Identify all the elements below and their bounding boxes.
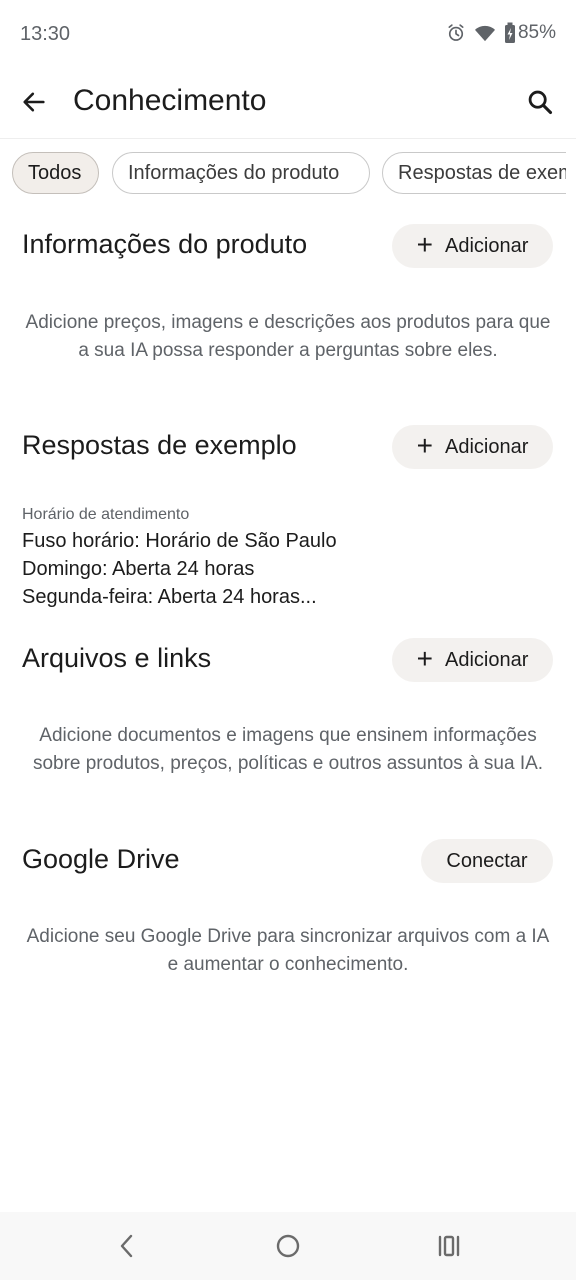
battery-charging-icon [504, 22, 516, 44]
add-product-info-button[interactable]: + Adicionar [392, 224, 553, 268]
add-example-answer-button[interactable]: + Adicionar [392, 425, 553, 469]
product-info-title: Informações do produto [22, 229, 308, 259]
example-answers-title: Respostas de exemplo [22, 430, 297, 460]
nav-back-button[interactable] [113, 1232, 141, 1260]
alarm-icon [446, 23, 466, 43]
add-button-label: Adicionar [444, 234, 529, 257]
example-line[interactable]: Segunda-feira: Aberta 24 horas... [22, 586, 317, 609]
search-button[interactable] [524, 86, 556, 118]
google-drive-description: Adicione seu Google Drive para sincroniz… [26, 926, 550, 975]
page-title: Conhecimento [73, 84, 267, 117]
home-icon [276, 1234, 300, 1258]
example-line[interactable]: Fuso horário: Horário de São Paulo [22, 530, 337, 553]
nav-home-button[interactable] [274, 1232, 302, 1260]
battery-level: 85% [517, 22, 556, 43]
example-line[interactable]: Domingo: Aberta 24 horas [22, 558, 254, 581]
nav-back-icon [120, 1234, 133, 1258]
connect-google-drive-button[interactable]: Conectar [421, 839, 553, 883]
system-nav-bar [0, 1212, 576, 1280]
chip-example-answers[interactable]: Respostas de exemplo [382, 152, 566, 194]
recents-icon [438, 1235, 460, 1257]
add-files-links-button[interactable]: + Adicionar [392, 638, 553, 682]
status-bar: 13:30 85% [0, 0, 576, 68]
wifi-icon [474, 23, 496, 43]
files-links-title: Arquivos e links [22, 643, 212, 673]
product-info-description: Adicione preços, imagens e descrições ao… [25, 312, 551, 361]
chip-todos[interactable]: Todos [12, 152, 99, 194]
back-button[interactable] [18, 86, 50, 118]
filter-chips: Todos Informações do produto Respostas d… [0, 152, 566, 196]
status-icons: 85% [446, 22, 556, 44]
status-time: 13:30 [20, 23, 71, 45]
app-bar: Conhecimento [0, 68, 576, 139]
add-button-label: Adicionar [444, 435, 529, 458]
search-icon [528, 90, 553, 115]
arrow-back-icon [23, 92, 45, 112]
plus-icon: + [416, 228, 433, 260]
add-button-label: Adicionar [444, 648, 529, 671]
nav-recents-button[interactable] [435, 1232, 463, 1260]
chip-product-info[interactable]: Informações do produto [112, 152, 370, 194]
google-drive-title: Google Drive [22, 844, 180, 874]
plus-icon: + [416, 642, 433, 674]
files-links-description: Adicione documentos e imagens que ensine… [32, 725, 544, 774]
plus-icon: + [416, 429, 433, 461]
example-caption: Horário de atendimento [22, 506, 190, 523]
